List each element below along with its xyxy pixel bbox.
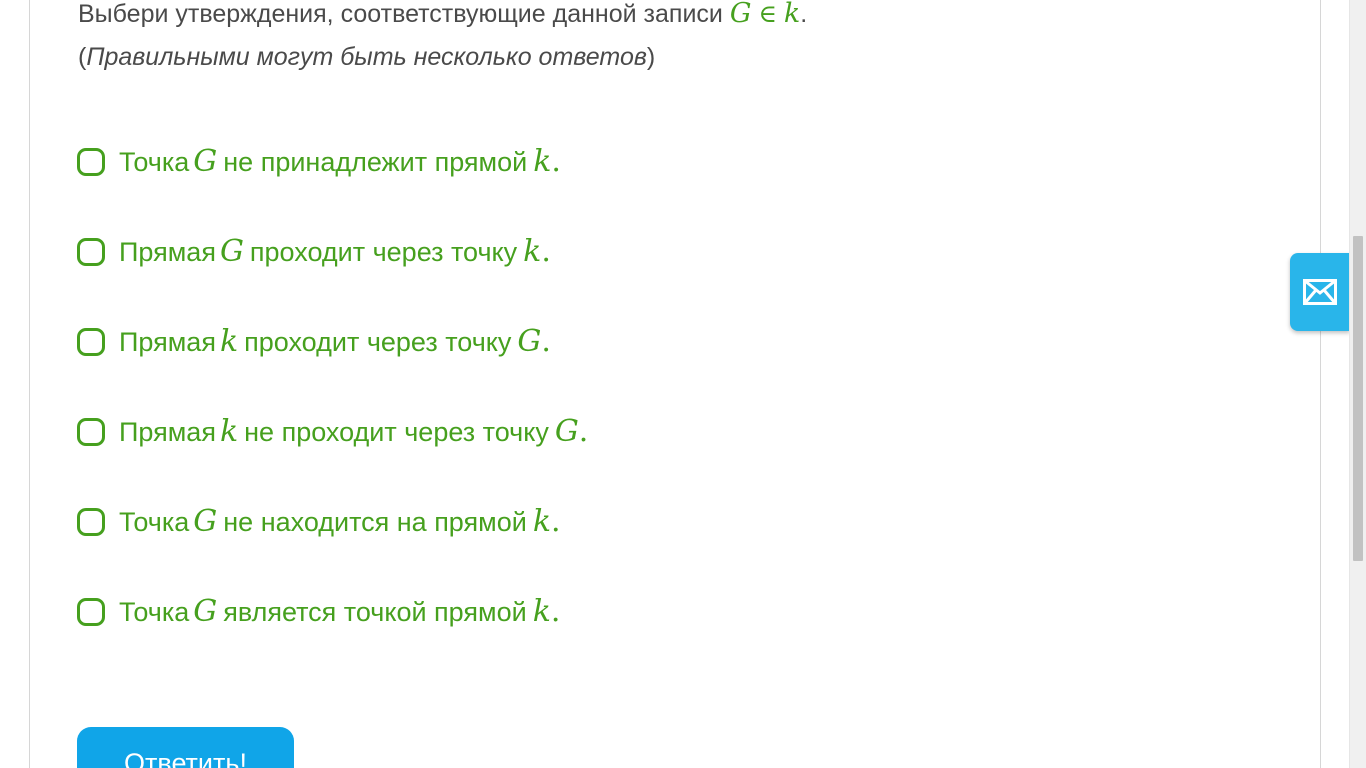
answer-5-period: . [551,504,561,539]
answer-4-prefix: Прямая [119,417,216,447]
answer-6-period: . [550,594,561,629]
question-prompt: Выбери утверждения, соответствующие данн… [78,0,723,28]
answer-2-period: . [541,234,551,269]
answer-2-middle: проходит через точку [249,237,518,267]
answer-6-middle: является точкой прямой [223,597,527,627]
answer-4-var2: G [554,414,579,449]
answer-6-prefix: Точка [119,597,190,627]
answer-5-middle: не находится на прямой [223,507,527,537]
answer-3-var1: k [219,324,239,359]
answer-3-middle: проходит через точку [244,327,512,357]
answer-6-var2: k [532,594,551,629]
answer-1-period: . [551,144,561,179]
answer-5-var1: G [193,504,218,539]
answer-label-3: Прямая k проходит через точку G. [119,321,551,363]
answer-label-2: Прямая G проходит через точку k. [119,231,551,273]
math-variable-k: k [783,0,801,29]
answer-3-var2: G [517,324,542,359]
answer-2-var2: k [523,234,542,269]
answer-1-middle: не принадлежит прямой [223,147,528,177]
answer-3-period: . [541,324,551,359]
answer-6-var1: G [193,594,218,629]
answer-1-prefix: Точка [119,147,190,177]
question-period: . [800,0,808,28]
answer-label-4: Прямая k не проходит через точку G. [119,411,588,453]
math-variable-g: G [729,0,752,29]
answer-checkbox-4[interactable] [77,418,105,446]
answer-checkbox-1[interactable] [77,148,105,176]
scrollbar-thumb[interactable] [1353,236,1363,561]
answer-1-var1: G [193,144,218,179]
answer-4-var1: k [219,414,239,449]
multiple-answers-hint: (Правильными могут быть несколько ответо… [78,37,655,77]
answer-checkbox-6[interactable] [77,598,105,626]
answer-option-3[interactable]: Прямая k проходит через точку G. [77,321,551,363]
page: Выбери утверждения, соответствующие данн… [0,0,1366,768]
vertical-scrollbar[interactable] [1349,0,1366,768]
answer-option-1[interactable]: Точка G не принадлежит прямой k. [77,141,561,183]
content-card [29,0,1321,768]
answer-checkbox-2[interactable] [77,238,105,266]
answer-label-6: Точка G является точкой прямой k. [119,591,560,633]
answer-1-var2: k [533,144,552,179]
question-text: Выбери утверждения, соответствующие данн… [78,0,807,34]
answer-4-middle: не проходит через точку [244,417,549,447]
answer-label-1: Точка G не принадлежит прямой k. [119,141,561,183]
envelope-icon [1303,279,1337,305]
answer-3-prefix: Прямая [119,327,216,357]
answer-5-var2: k [532,504,551,539]
answer-option-4[interactable]: Прямая k не проходит через точку G. [77,411,588,453]
answer-option-6[interactable]: Точка G является точкой прямой k. [77,591,560,633]
answer-5-prefix: Точка [119,507,190,537]
answer-label-5: Точка G не находится на прямой k. [119,501,561,543]
hint-close-paren: ) [646,43,656,71]
element-of-symbol: ∈ [758,0,777,28]
answer-option-5[interactable]: Точка G не находится на прямой k. [77,501,561,543]
answer-checkbox-3[interactable] [77,328,105,356]
mail-widget-button[interactable] [1290,253,1350,331]
answer-2-var1: G [219,234,244,269]
answer-2-prefix: Прямая [119,237,216,267]
answer-4-period: . [578,414,589,449]
answer-option-2[interactable]: Прямая G проходит через точку k. [77,231,551,273]
answer-checkbox-5[interactable] [77,508,105,536]
submit-answer-button[interactable]: Ответить! [77,727,294,768]
hint-text: Правильными могут быть несколько ответов [86,43,647,71]
